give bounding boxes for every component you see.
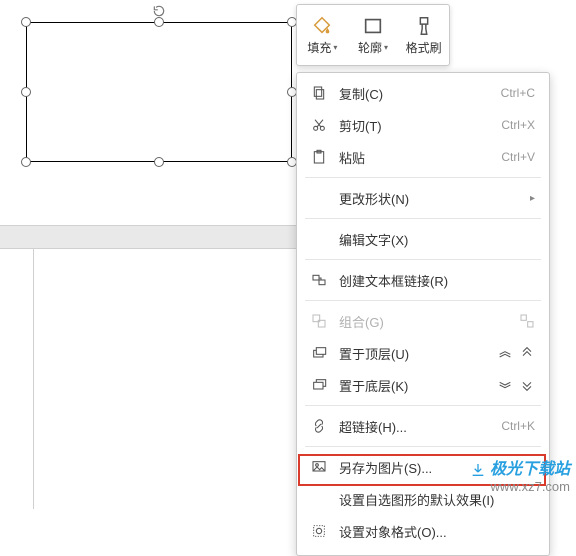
move-down-icon[interactable] [519, 377, 535, 393]
resize-handle[interactable] [21, 87, 31, 97]
menu-shortcut: Ctrl+V [501, 150, 535, 164]
selected-shape[interactable] [26, 22, 292, 162]
menu-set-default[interactable]: 设置自选图形的默认效果(I) [297, 483, 549, 515]
blank-icon [309, 229, 329, 249]
resize-handle[interactable] [154, 157, 164, 167]
shape-toolbar: 填充▾ 轮廓▾ 格式刷 [296, 4, 450, 66]
fill-label: 填充 [307, 39, 331, 56]
group-icon [309, 311, 329, 331]
outline-icon [362, 15, 384, 37]
menu-shortcut: Ctrl+K [501, 419, 535, 433]
format-label: 格式刷 [406, 39, 442, 56]
cut-icon [309, 115, 329, 135]
outline-label: 轮廓 [358, 39, 382, 56]
menu-label: 创建文本框链接(R) [339, 271, 535, 290]
menu-copy[interactable]: 复制(C) Ctrl+C [297, 77, 549, 109]
menu-label: 剪切(T) [339, 116, 501, 135]
menu-label: 更改形状(N) [339, 189, 530, 208]
menu-group: 组合(G) [297, 305, 549, 337]
menu-label: 设置自选图形的默认效果(I) [339, 490, 535, 509]
menu-shortcut: Ctrl+C [501, 86, 535, 100]
caret-down-icon: ▾ [384, 43, 388, 52]
blank-icon [309, 188, 329, 208]
move-up-icon[interactable] [519, 345, 535, 361]
menu-hyperlink[interactable]: 超链接(H)... Ctrl+K [297, 410, 549, 442]
menu-label: 设置对象格式(O)... [339, 522, 535, 541]
paste-icon [309, 147, 329, 167]
ungroup-icon [519, 313, 535, 329]
menu-save-as-picture[interactable]: 另存为图片(S)... [297, 451, 549, 483]
menu-shortcut: Ctrl+X [501, 118, 535, 132]
bring-front-icon [309, 343, 329, 363]
hyperlink-icon [309, 416, 329, 436]
menu-cut[interactable]: 剪切(T) Ctrl+X [297, 109, 549, 141]
link-textbox-icon [309, 270, 329, 290]
menu-send-back[interactable]: 置于底层(K) [297, 369, 549, 401]
menu-label: 超链接(H)... [339, 417, 501, 436]
fill-button[interactable]: 填充▾ [297, 5, 348, 65]
menu-label: 复制(C) [339, 84, 501, 103]
menu-edit-text[interactable]: 编辑文字(X) [297, 223, 549, 255]
image-icon [309, 457, 329, 477]
blank-icon [309, 489, 329, 509]
menu-label: 粘贴 [339, 148, 501, 167]
layer-down-icon[interactable] [497, 377, 513, 393]
send-back-icon [309, 375, 329, 395]
menu-object-format[interactable]: 设置对象格式(O)... [297, 515, 549, 547]
menu-label: 组合(G) [339, 312, 519, 331]
menu-link-textbox[interactable]: 创建文本框链接(R) [297, 264, 549, 296]
caret-down-icon: ▾ [333, 43, 337, 52]
menu-change-shape[interactable]: 更改形状(N) ▸ [297, 182, 549, 214]
menu-label: 置于底层(K) [339, 376, 497, 395]
layer-up-icon[interactable] [497, 345, 513, 361]
resize-handle[interactable] [21, 17, 31, 27]
menu-paste[interactable]: 粘贴 Ctrl+V [297, 141, 549, 173]
copy-icon [309, 83, 329, 103]
rectangle-shape[interactable] [26, 22, 292, 162]
context-menu: 复制(C) Ctrl+C 剪切(T) Ctrl+X 粘贴 Ctrl+V 更改形状… [296, 72, 550, 556]
menu-label: 另存为图片(S)... [339, 458, 535, 477]
format-object-icon [309, 521, 329, 541]
format-painter-button[interactable]: 格式刷 [398, 5, 449, 65]
menu-label: 置于顶层(U) [339, 344, 497, 363]
fill-icon [311, 15, 333, 37]
resize-handle[interactable] [154, 17, 164, 27]
brush-icon [413, 15, 435, 37]
submenu-arrow-icon: ▸ [530, 193, 535, 204]
menu-bring-front[interactable]: 置于顶层(U) [297, 337, 549, 369]
outline-button[interactable]: 轮廓▾ [348, 5, 399, 65]
resize-handle[interactable] [21, 157, 31, 167]
menu-label: 编辑文字(X) [339, 230, 535, 249]
